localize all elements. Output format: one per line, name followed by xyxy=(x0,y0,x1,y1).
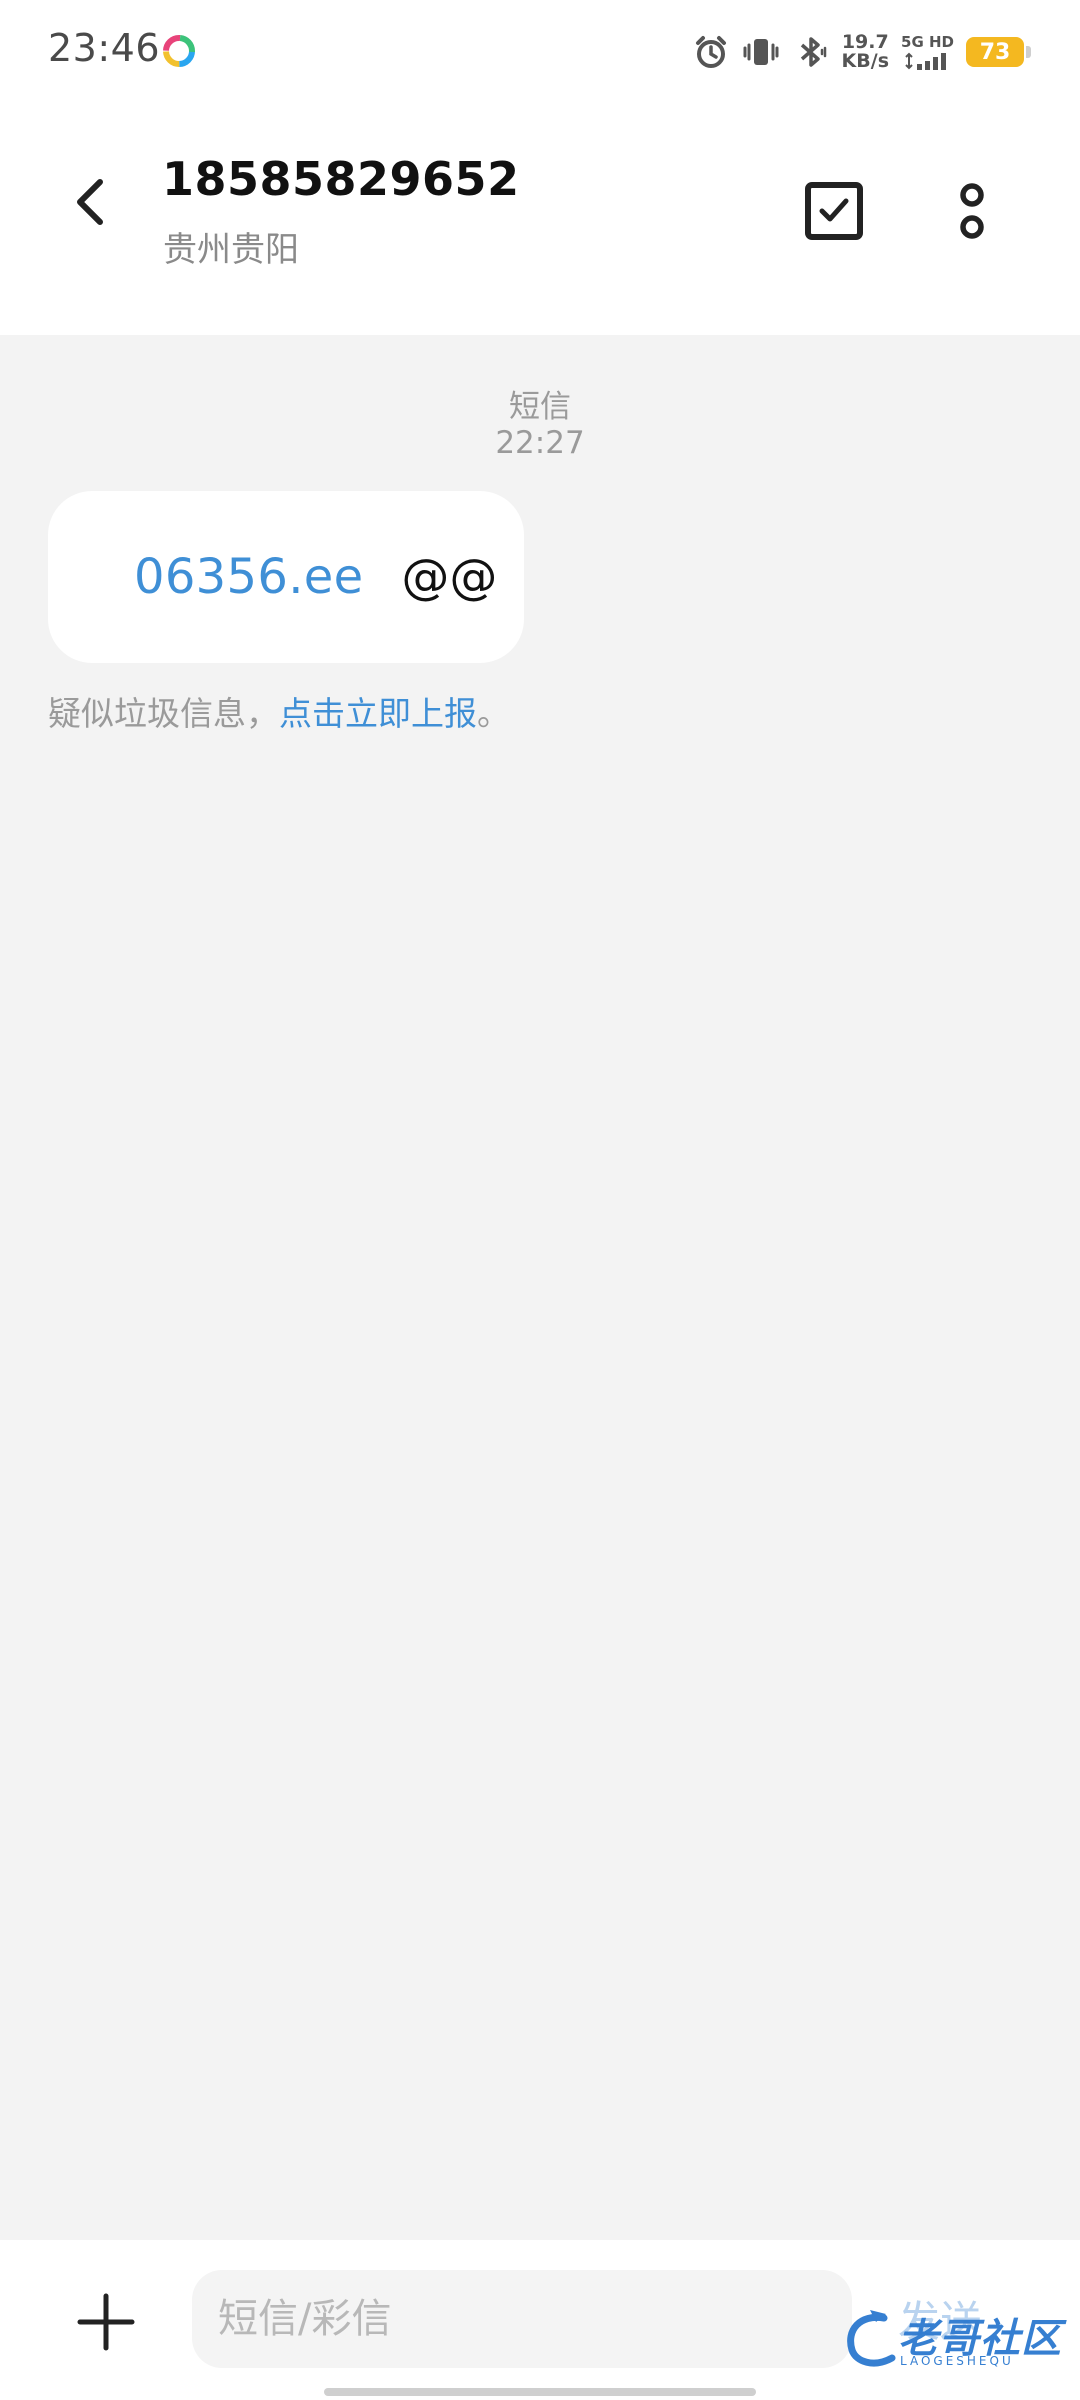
message-input[interactable] xyxy=(192,2270,852,2368)
spam-notice-suffix: 。 xyxy=(477,694,510,733)
conversation-header: 18585829652 贵州贵阳 xyxy=(0,100,1080,335)
contact-number: 18585829652 xyxy=(162,152,520,206)
signal-block: 5G HD xyxy=(901,32,954,71)
status-time: 23:46 xyxy=(48,26,161,70)
incoming-message-bubble[interactable]: 06356.ee @@ xyxy=(48,491,524,663)
watermark-subtext: LAOGESHEQU xyxy=(900,2354,1014,2368)
net-speed: 19.7 KB/s xyxy=(842,33,889,71)
report-spam-link[interactable]: 点击立即上报 xyxy=(279,694,477,733)
more-options-icon[interactable] xyxy=(942,177,1002,245)
spam-notice: 疑似垃圾信息，点击立即上报。 xyxy=(48,687,510,735)
network-type: 5G HD xyxy=(901,32,954,51)
contact-location: 贵州贵阳 xyxy=(163,230,299,270)
status-icons: 19.7 KB/s 5G HD 73 xyxy=(680,30,1032,74)
bluetooth-icon xyxy=(800,37,826,67)
back-arrow-icon[interactable] xyxy=(60,170,124,234)
net-speed-unit: KB/s xyxy=(841,50,890,72)
message-link[interactable]: 06356.ee xyxy=(134,549,363,605)
spam-notice-text: 疑似垃圾信息， xyxy=(48,694,279,733)
battery-level: 73 xyxy=(979,39,1011,65)
status-bar: 23:46 19.7 KB/s 5G HD 73 xyxy=(0,0,1080,100)
battery-icon: 73 xyxy=(966,37,1031,67)
compose-bar: 发送 老哥社区 LAOGESHEQU xyxy=(0,2240,1080,2400)
message-text: @@ xyxy=(401,549,498,605)
message-thread[interactable]: 短信 22:27 06356.ee @@ 疑似垃圾信息，点击立即上报。 xyxy=(0,335,1080,2240)
signal-icon xyxy=(904,52,946,70)
home-indicator[interactable] xyxy=(324,2388,756,2396)
alarm-icon xyxy=(695,36,726,68)
plus-icon[interactable] xyxy=(76,2292,136,2352)
app-notification-icon xyxy=(163,35,195,67)
select-checkbox-icon[interactable] xyxy=(800,177,868,245)
vibrate-icon xyxy=(743,39,779,65)
message-type-label: 短信 xyxy=(509,389,571,425)
message-timestamp: 22:27 xyxy=(495,425,585,461)
watermark-logo: 老哥社区 LAOGESHEQU xyxy=(840,2300,1064,2380)
